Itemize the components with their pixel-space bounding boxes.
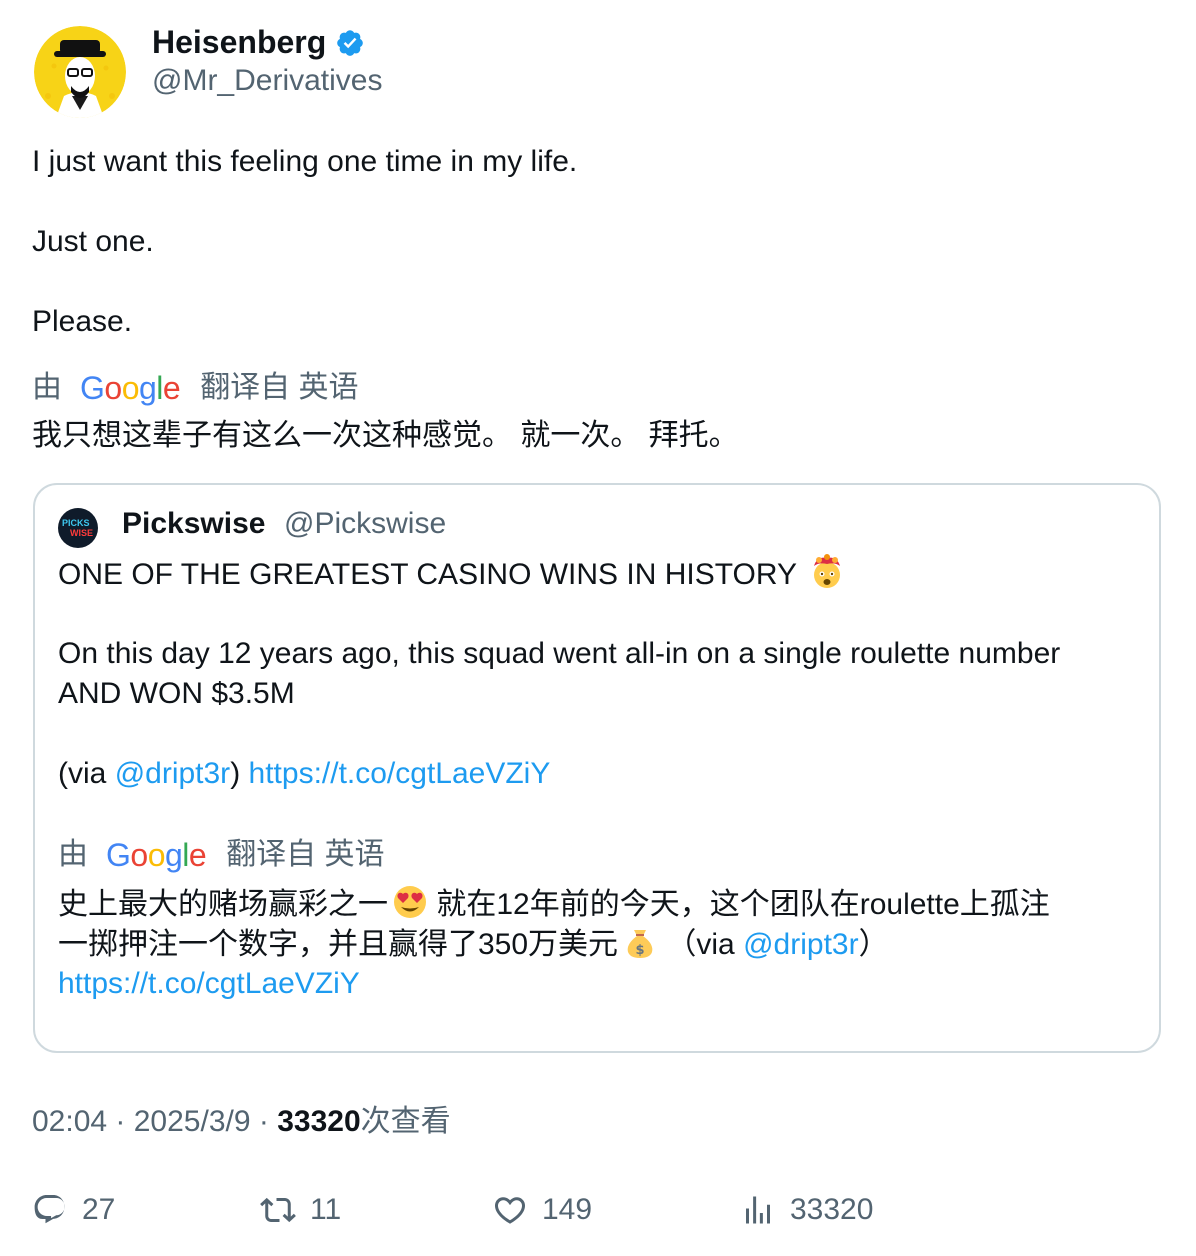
via-text: ) [230, 757, 241, 790]
google-logo-letter: o [104, 370, 122, 406]
reply-icon [34, 1195, 65, 1224]
translation-prefix: 由 [32, 371, 62, 404]
google-logo-letter: G [106, 837, 131, 873]
heart-icon [494, 1197, 526, 1224]
mention-link[interactable]: @dript3r [743, 928, 859, 961]
quoted-text-line-2: On this day 12 years ago, this squad wen… [58, 637, 1061, 670]
exploding-head-emoji [813, 554, 840, 588]
views-count: 33320 [790, 1193, 874, 1226]
tweet-text-line-3: Please. [32, 305, 133, 338]
heart-eyes-emoji [394, 886, 426, 918]
quoted-text-segment: ONE OF THE GREATEST CASINO WINS IN HISTO… [58, 558, 797, 591]
translation-attribution: 由 Google 翻译自 英语 [32, 368, 359, 408]
author-handle[interactable]: @Mr_Derivatives [152, 62, 383, 100]
separator: · [107, 1105, 134, 1138]
via-text: (via [58, 757, 115, 790]
quoted-text-via-line: (via @dript3r) https://t.co/cgtLaeVZiY [58, 754, 550, 794]
views-button[interactable]: 33320 [740, 1188, 873, 1232]
reply-button[interactable]: 27 [32, 1188, 115, 1232]
translation-prefix: 由 [58, 838, 88, 871]
translated-segment: ） [858, 928, 889, 961]
like-count: 149 [542, 1193, 593, 1226]
translated-segment: 一掷押注一个数字，并且赢得了350万美元 [58, 928, 619, 961]
analytics-icon [746, 1196, 770, 1224]
google-logo-letter: o [130, 837, 148, 873]
translated-segment: （via [658, 928, 744, 961]
avatar-logo-text: PICKS [62, 518, 90, 528]
google-logo-letter: g [138, 370, 157, 406]
translated-segment: 史上最大的赌场赢彩之一 [58, 888, 388, 921]
google-logo-letter: e [188, 837, 207, 873]
quoted-translated-line-2: 一掷押注一个数字，并且赢得了350万美元 $ （via @dript3r） [58, 924, 889, 965]
quoted-text-line-3: AND WON $3.5M [58, 677, 295, 710]
tweet-time[interactable]: 02:04 [32, 1105, 107, 1138]
tweet-date[interactable]: 2025/3/9 [134, 1105, 251, 1138]
google-logo: Google [80, 368, 181, 408]
google-logo-letter: G [80, 370, 105, 406]
mention-link[interactable]: @dript3r [115, 757, 231, 790]
author-name[interactable]: Heisenberg [152, 22, 326, 62]
tweet-text-line-1: I just want this feeling one time in my … [32, 145, 578, 178]
view-count-suffix: 次查看 [360, 1105, 451, 1138]
author-avatar[interactable] [34, 26, 126, 118]
tweet-meta: 02:04 · 2025/3/9 · 33320次查看 [32, 1102, 451, 1142]
quoted-text-line-1: ONE OF THE GREATEST CASINO WINS IN HISTO… [58, 554, 845, 595]
separator: · [250, 1105, 278, 1138]
quoted-translated-line-1: 史上最大的赌场赢彩之一 就在12年前的今天，这个团队在roulette上孤注 [58, 884, 1050, 925]
retweet-icon [260, 1197, 296, 1223]
google-logo: Google [106, 835, 207, 875]
quoted-translation-attribution: 由 Google 翻译自 英语 [58, 835, 385, 875]
retweet-count: 11 [310, 1193, 342, 1226]
retweet-button[interactable]: 11 [260, 1188, 341, 1232]
google-logo-letter: e [162, 370, 181, 406]
like-button[interactable]: 149 [492, 1188, 592, 1232]
google-logo-letter: l [156, 370, 163, 406]
tweet-text-line-2: Just one. [32, 225, 154, 258]
quoted-author-avatar[interactable]: PICKS WISE [58, 508, 98, 548]
verified-badge-icon [335, 28, 365, 58]
quoted-author-handle[interactable]: @Pickswise [284, 504, 446, 544]
quoted-author-name[interactable]: Pickswise [122, 504, 265, 544]
reply-count: 27 [82, 1193, 116, 1226]
money-bag-emoji: $ [627, 930, 653, 958]
url-link[interactable]: https://t.co/cgtLaeVZiY [249, 757, 551, 790]
translation-suffix: 翻译自 英语 [200, 371, 359, 404]
google-logo-letter: o [147, 837, 166, 873]
quoted-translated-url-link[interactable]: https://t.co/cgtLaeVZiY [58, 964, 360, 1004]
google-logo-letter: g [164, 837, 183, 873]
svg-text:$: $ [636, 943, 645, 958]
translation-suffix: 翻译自 英语 [226, 838, 385, 871]
view-count: 33320 [277, 1105, 361, 1138]
translated-segment: 就在12年前的今天，这个团队在roulette上孤注 [428, 888, 1050, 921]
avatar-logo-text: WISE [70, 528, 94, 538]
google-logo-letter: o [121, 370, 140, 406]
translated-text: 我只想这辈子有这么一次这种感觉。 就一次。 拜托。 [32, 419, 739, 452]
google-logo-letter: l [182, 837, 189, 873]
